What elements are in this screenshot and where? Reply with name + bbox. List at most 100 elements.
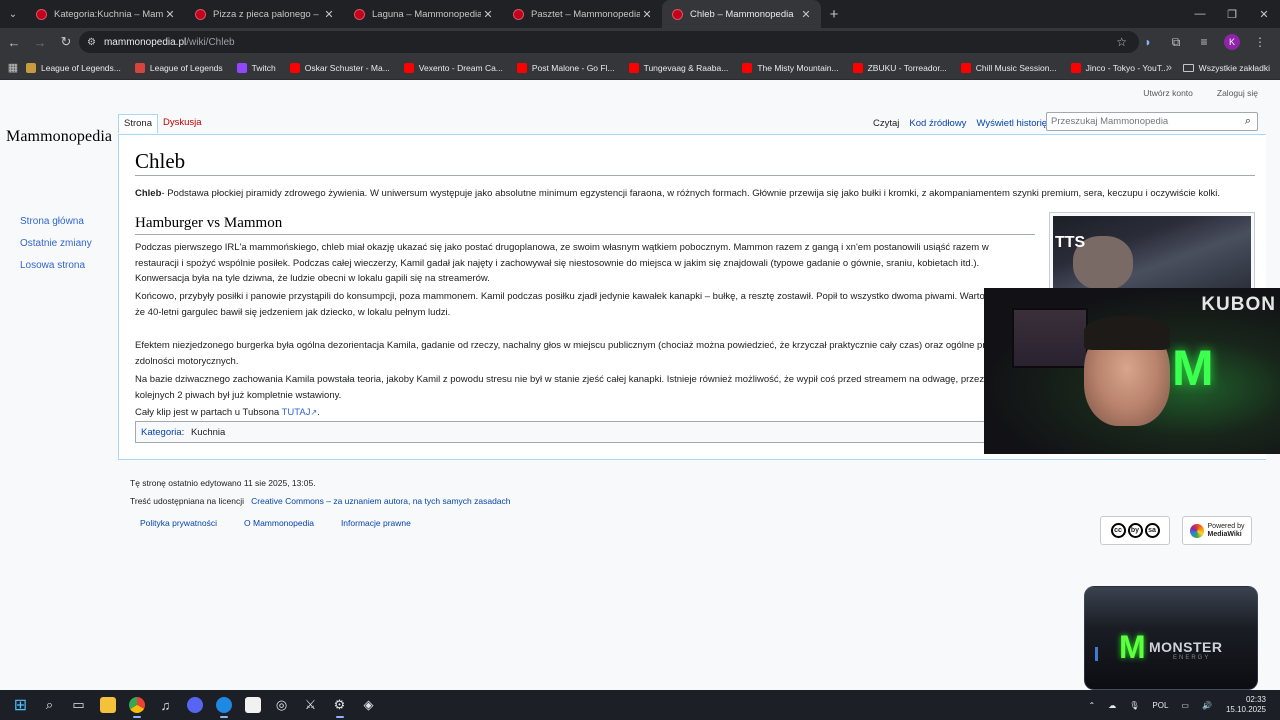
system-tray: ⌃ ☁ 🎙 POL ▭ 🔊 02:33 15.10.2025	[1076, 690, 1266, 720]
tab-view-source[interactable]: Kod źródłowy	[904, 114, 971, 133]
paragraph: Na bazie dziwacznego zachowania Kamila p…	[135, 374, 1010, 401]
media-controls-icon[interactable]: ≡	[1190, 35, 1218, 49]
bookmark-item[interactable]: Vexento - Dream Ca...	[403, 62, 503, 73]
app-icon-notion[interactable]	[238, 690, 267, 720]
bookmark-item[interactable]: ZBUKU - Torreador...	[852, 62, 947, 73]
tab-read[interactable]: Czytaj	[868, 114, 904, 133]
tab-kategoria-kuchnia[interactable]: Kategoria:Kuchnia – Mammonopedia ✕	[26, 0, 185, 28]
privacy-policy-link[interactable]: Polityka prywatności	[140, 518, 217, 528]
bookmarks-overflow-icon[interactable]: »	[1166, 62, 1172, 74]
lead-paragraph: Chleb- Podstawa płockiej piramidy zdrowe…	[135, 187, 1245, 201]
create-account-link[interactable]: Utwórz konto	[1143, 88, 1193, 98]
tab-pizza[interactable]: Pizza z pieca palonego – Mammonopedia ✕	[185, 0, 344, 28]
close-icon[interactable]: ✕	[799, 8, 813, 21]
chrome-icon[interactable]	[122, 690, 151, 720]
sidebar-item-recent-changes[interactable]: Ostatnie zmiany	[20, 238, 92, 249]
close-icon[interactable]: ✕	[163, 8, 177, 21]
bookmark-item[interactable]: League of Legends...	[26, 62, 121, 73]
bookmark-item[interactable]: Chill Music Session...	[960, 62, 1057, 73]
reload-button[interactable]: ↻	[54, 30, 78, 54]
disclaimers-link[interactable]: Informacje prawne	[341, 518, 411, 528]
clock[interactable]: 02:33 15.10.2025	[1226, 695, 1266, 715]
microphone-icon[interactable]: 🎙	[1129, 701, 1139, 710]
search-input[interactable]	[1051, 116, 1239, 127]
cc-by-sa-badge[interactable]: cc by sa	[1100, 516, 1170, 545]
tab-search-icon[interactable]: ⌄	[0, 0, 26, 28]
close-icon[interactable]: ✕	[322, 8, 336, 21]
file-explorer-icon[interactable]	[93, 690, 122, 720]
bookmark-label: Post Malone - Go Fl...	[531, 62, 615, 73]
bookmark-favicon-icon	[628, 62, 639, 73]
back-button[interactable]: ←	[2, 30, 26, 54]
bookmark-item[interactable]: Tungevaag & Raaba...	[628, 62, 728, 73]
footer-links: Polityka prywatności O Mammonopedia Info…	[140, 518, 411, 528]
app-icon-globe[interactable]: ◎	[267, 690, 296, 720]
cloud-icon[interactable]: ☁	[1108, 701, 1116, 710]
categories-label[interactable]: Kategoria	[141, 427, 182, 438]
discord-icon[interactable]	[180, 690, 209, 720]
app-icon-game[interactable]: ⚔	[296, 690, 325, 720]
apps-grid-icon[interactable]: ▦	[0, 61, 26, 74]
streamer-hair	[1084, 316, 1170, 350]
tab-page[interactable]: Strona	[118, 114, 158, 133]
volume-icon[interactable]: 🔊	[1202, 701, 1212, 710]
task-view-icon[interactable]: ▭	[64, 690, 93, 720]
view-tabs: Czytaj Kod źródłowy Wyświetl historię	[868, 114, 1052, 133]
bookmark-item[interactable]: The Misty Mountain...	[742, 62, 839, 73]
about-link[interactable]: O Mammonopedia	[244, 518, 314, 528]
search-icon[interactable]: ⌕	[35, 690, 64, 720]
bookmark-favicon-icon	[852, 62, 863, 73]
minimize-icon[interactable]: —	[1184, 0, 1216, 28]
close-icon[interactable]: ✕	[481, 8, 495, 21]
monitor-icon[interactable]: ▭	[1181, 701, 1189, 710]
search-icon[interactable]: ⌕	[1239, 115, 1257, 128]
clip-link[interactable]: TUTAJ	[282, 407, 311, 418]
menu-kebab-icon[interactable]: ⋮	[1246, 35, 1274, 49]
read-aloud-icon[interactable]: ◗	[1134, 35, 1162, 49]
restore-icon[interactable]: ❐	[1216, 0, 1248, 28]
powered-by-mediawiki-badge[interactable]: Powered by MediaWiki	[1182, 516, 1252, 545]
window-controls: — ❐ ✕	[1184, 0, 1280, 28]
all-bookmarks-label: Wszystkie zakładki	[1198, 62, 1270, 73]
url-text[interactable]: mammonopedia.pl/wiki/Chleb	[104, 37, 235, 48]
app-icon-blue[interactable]	[209, 690, 238, 720]
sidebar-item-random-page[interactable]: Losowa strona	[20, 260, 92, 271]
tab-pasztet[interactable]: Pasztet – Mammonopedia ✕	[503, 0, 662, 28]
language-indicator[interactable]: POL	[1152, 701, 1168, 710]
bookmark-item[interactable]: League of Legends	[134, 62, 223, 73]
footer-license-prefix: Treść udostępniana na licencji	[130, 496, 245, 506]
toolbar-actions: ◗ ⧉ ≡ K ⋮	[1134, 28, 1274, 56]
site-info-icon[interactable]: ⚙	[87, 37, 96, 48]
close-window-icon[interactable]: ✕	[1248, 0, 1280, 28]
cc-icon: cc	[1110, 523, 1126, 538]
category-kuchnia-link[interactable]: Kuchnia	[191, 427, 225, 438]
close-icon[interactable]: ✕	[640, 8, 654, 21]
bookmark-item[interactable]: Post Malone - Go Fl...	[516, 62, 615, 73]
settings-icon[interactable]: ⚙	[325, 690, 354, 720]
article-thumbnail[interactable]: TTS	[1049, 212, 1255, 294]
site-logo[interactable]: Mammonopedia	[6, 128, 112, 146]
tab-chleb[interactable]: Chleb – Mammonopedia ✕	[662, 0, 821, 28]
tab-talk[interactable]: Dyskusja	[158, 114, 207, 133]
bookmark-item[interactable]: Jinco - Tokyo - YouT...	[1070, 62, 1168, 73]
bookmark-item[interactable]: Twitch	[236, 62, 276, 73]
extensions-icon[interactable]: ⧉	[1162, 35, 1190, 50]
license-link[interactable]: Creative Commons – za uznaniem autora, n…	[251, 496, 510, 506]
bookmark-item[interactable]: Oskar Schuster - Ma...	[289, 62, 390, 73]
bookmark-star-icon[interactable]: ☆	[1116, 35, 1127, 49]
sidebar-item-main-page[interactable]: Strona główna	[20, 216, 92, 227]
app-icon-shield[interactable]: ◈	[354, 690, 383, 720]
profile-avatar[interactable]: K	[1224, 34, 1240, 50]
new-tab-button[interactable]: +	[821, 0, 847, 28]
tray-overflow-icon[interactable]: ⌃	[1089, 701, 1096, 710]
tab-laguna[interactable]: Laguna – Mammonopedia ✕	[344, 0, 503, 28]
music-app-icon[interactable]: ♫	[151, 690, 180, 720]
login-link[interactable]: Zaloguj się	[1217, 88, 1258, 98]
clock-time: 02:33	[1245, 695, 1266, 704]
all-bookmarks-button[interactable]: Wszystkie zakładki	[1182, 62, 1270, 73]
address-bar[interactable]: ⚙ mammonopedia.pl/wiki/Chleb ☆	[79, 31, 1139, 53]
tab-history[interactable]: Wyświetl historię	[971, 114, 1052, 133]
forward-button[interactable]: →	[28, 30, 52, 54]
tab-strip: ⌄ Kategoria:Kuchnia – Mammonopedia ✕ Piz…	[0, 0, 1280, 28]
start-windows-icon[interactable]: ⊞	[6, 690, 35, 720]
